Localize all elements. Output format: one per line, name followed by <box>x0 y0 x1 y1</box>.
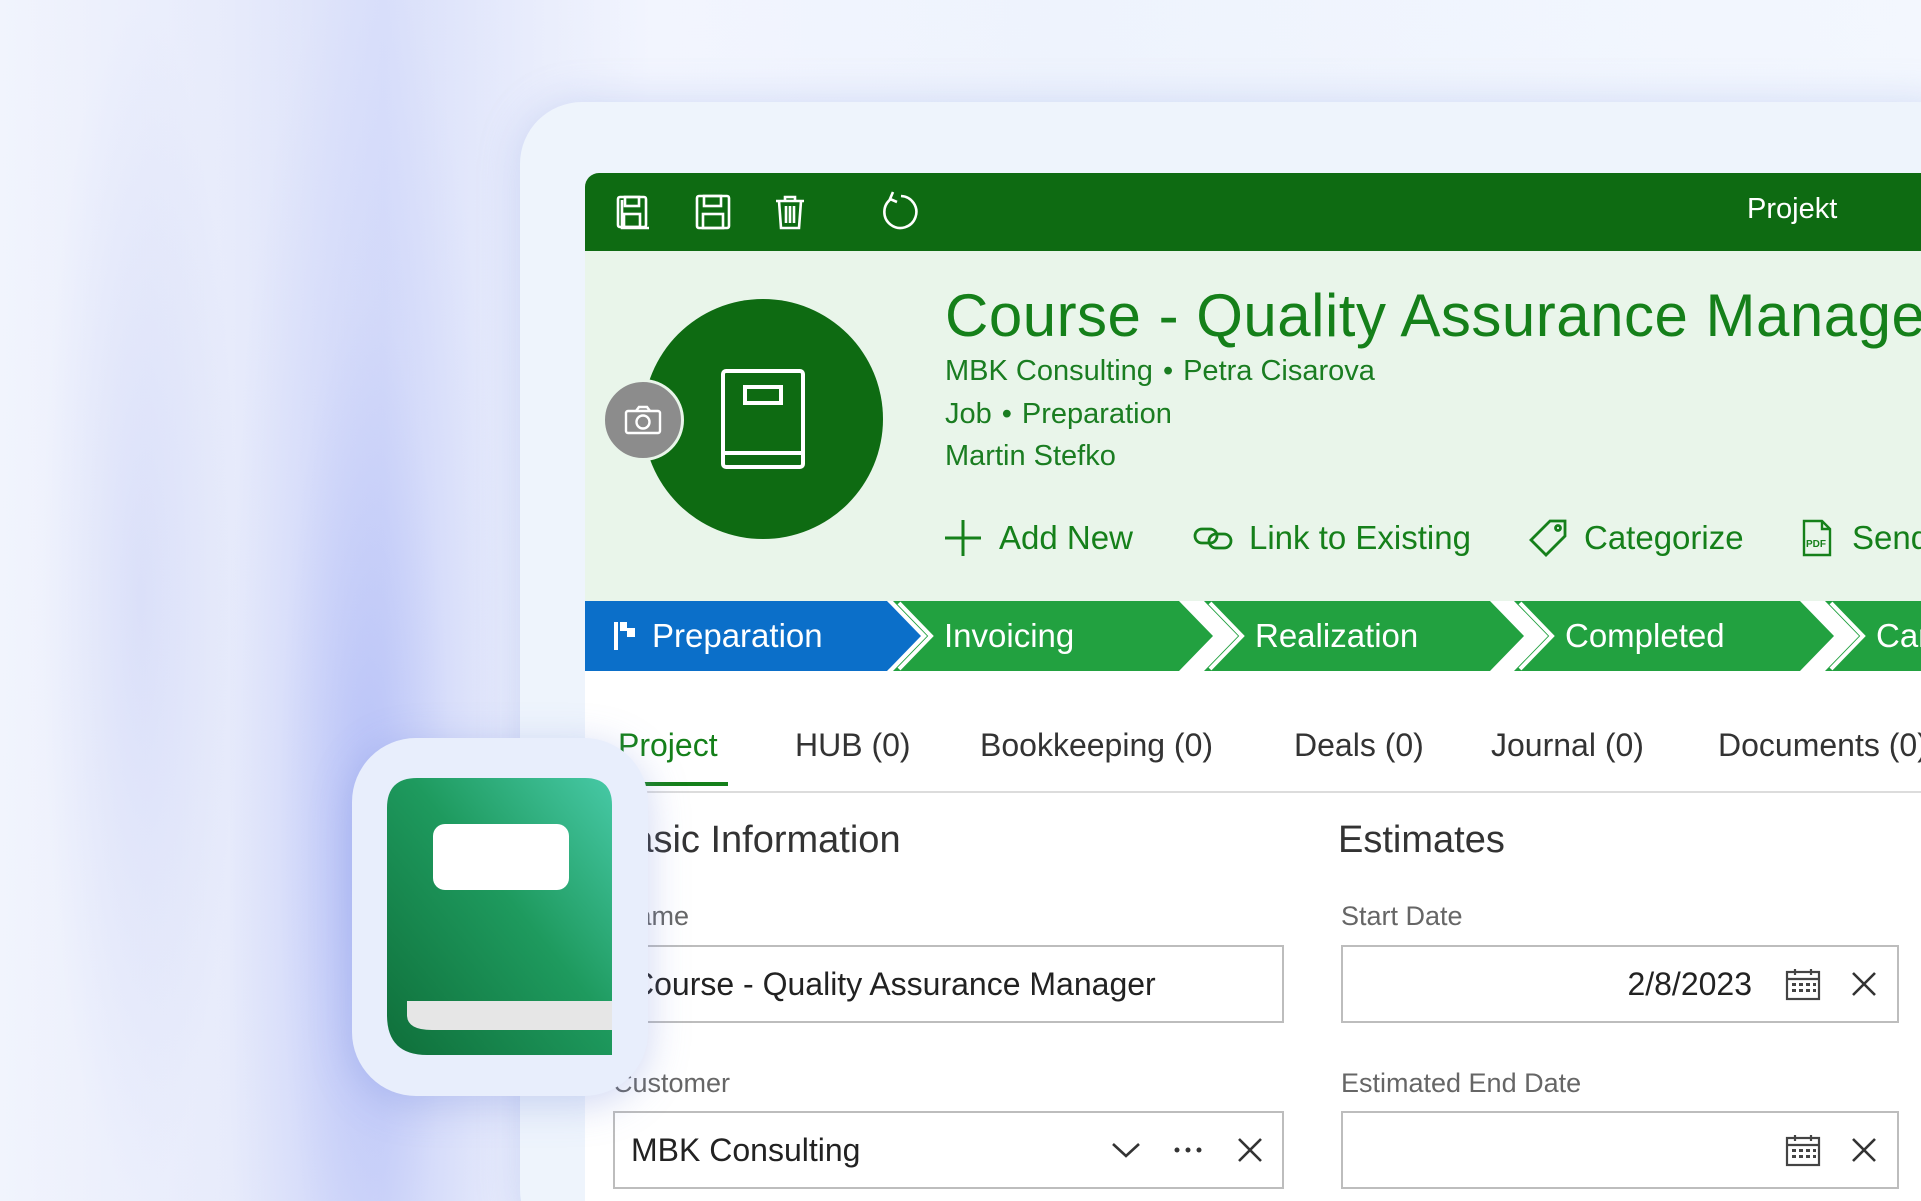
customer-link[interactable]: MBK Consulting <box>945 355 1153 387</box>
svg-text:PDF: PDF <box>1806 539 1826 550</box>
start-date-label: Start Date <box>1341 901 1463 931</box>
refresh-icon[interactable] <box>876 189 922 235</box>
tab-bookkeeping[interactable]: Bookkeeping (0) <box>980 727 1213 764</box>
plus-icon <box>945 520 981 556</box>
name-field[interactable]: Course - Quality Assurance Manager <box>613 945 1284 1023</box>
clear-end-date-icon[interactable] <box>1843 1129 1885 1171</box>
app-window: Projekt Course - Quality Assurance Manag… <box>585 173 1921 1201</box>
change-photo-button[interactable] <box>602 379 684 461</box>
link-to-existing-button[interactable]: Link to Existing <box>1193 513 1471 563</box>
toolbar: Projekt <box>585 173 1921 251</box>
stage-canceled[interactable]: Canceled <box>1825 601 1921 671</box>
pdf-icon: PDF <box>1802 519 1832 557</box>
name-value: Course - Quality Assurance Manager <box>631 965 1156 1002</box>
clear-customer-icon[interactable] <box>1230 1130 1270 1170</box>
tab-journal[interactable]: Journal (0) <box>1491 727 1644 764</box>
send-label: Send <box>1852 519 1921 556</box>
stage-label: Realization <box>1255 617 1419 654</box>
book-icon <box>721 369 805 469</box>
owner-link[interactable]: Martin Stefko <box>945 440 1116 473</box>
app-book-icon <box>387 778 612 1055</box>
calendar-icon[interactable] <box>1782 963 1824 1005</box>
business-process-bar: Preparation Invoicing Realization Comple… <box>585 601 1921 671</box>
calendar-icon[interactable] <box>1782 1129 1824 1171</box>
tab-documents[interactable]: Documents (0) <box>1718 727 1921 764</box>
type-stage-line: Job • Preparation <box>945 398 1172 431</box>
more-options-icon[interactable] <box>1168 1130 1208 1170</box>
tab-project[interactable]: Project <box>618 727 718 764</box>
clear-start-date-icon[interactable] <box>1843 963 1885 1005</box>
tab-hub[interactable]: HUB (0) <box>795 727 911 764</box>
tab-deals[interactable]: Deals (0) <box>1294 727 1424 764</box>
add-new-label: Add New <box>999 519 1133 556</box>
entity-type-label: Projekt <box>1747 193 1838 225</box>
project-type: Job <box>945 398 992 430</box>
save-icon[interactable] <box>690 189 736 235</box>
stage-realization[interactable]: Realization <box>1204 601 1524 671</box>
flag-icon <box>614 622 635 650</box>
save-close-icon[interactable] <box>612 189 658 235</box>
tag-icon <box>1529 519 1567 557</box>
basic-information-heading: Basic Information <box>607 819 901 861</box>
stage-completed[interactable]: Completed <box>1514 601 1834 671</box>
camera-icon <box>624 405 662 435</box>
stage-label: Canceled <box>1876 617 1921 654</box>
record-tabs: Project HUB (0) Bookkeeping (0) Deals (0… <box>585 671 1921 793</box>
estimates-heading: Estimates <box>1338 819 1505 861</box>
send-pdf-button[interactable]: PDF Send <box>1796 513 1921 563</box>
stage-label: Completed <box>1565 617 1725 654</box>
categorize-label: Categorize <box>1584 519 1744 556</box>
project-stage: Preparation <box>1021 398 1172 430</box>
start-date-value: 2/8/2023 <box>1627 965 1752 1002</box>
link-to-existing-label: Link to Existing <box>1249 519 1471 556</box>
add-new-button[interactable]: Add New <box>943 513 1133 563</box>
estimated-end-date-label: Estimated End Date <box>1341 1068 1582 1098</box>
customer-value: MBK Consulting <box>631 1131 861 1168</box>
categorize-button[interactable]: Categorize <box>1528 513 1744 563</box>
stage-invoicing[interactable]: Invoicing <box>893 601 1213 671</box>
link-icon <box>1193 527 1233 550</box>
background-glow-left <box>40 0 240 1201</box>
record-header: Course - Quality Assurance Manager MBK C… <box>585 251 1921 601</box>
delete-icon[interactable] <box>767 189 813 235</box>
separator: • <box>1001 398 1012 430</box>
stage-label: Invoicing <box>944 617 1075 654</box>
contact-link[interactable]: Petra Cisarova <box>1183 355 1375 387</box>
chevron-down-icon[interactable] <box>1106 1130 1146 1170</box>
record-title: Course - Quality Assurance Manager <box>945 282 1921 349</box>
stage-label: Preparation <box>652 617 823 654</box>
stage-preparation[interactable]: Preparation <box>585 601 921 671</box>
separator: • <box>1162 355 1174 387</box>
customer-contact-line: MBK Consulting • Petra Cisarova <box>945 355 1375 388</box>
